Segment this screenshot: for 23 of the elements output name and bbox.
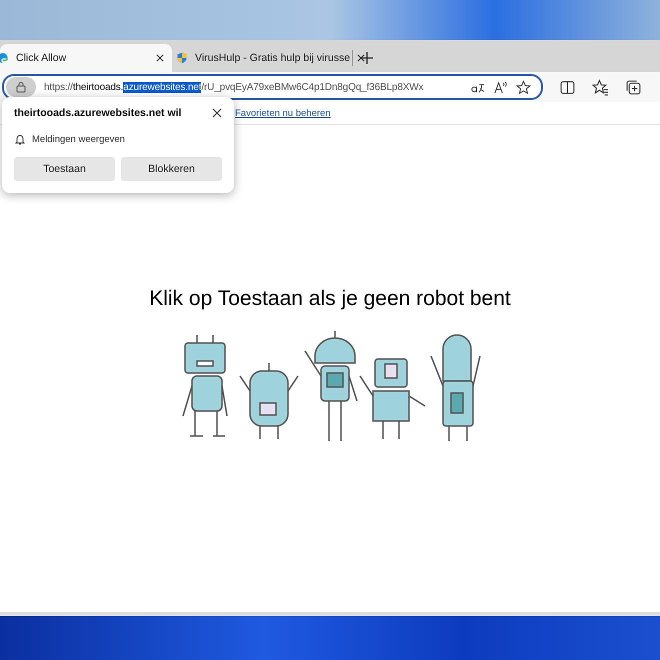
popup-title: theirtooads.azurewebsites.net wil [14,107,182,119]
browser-tab[interactable]: Click Allow [0,44,172,72]
new-tab-icon[interactable] [361,52,373,64]
manage-favorites-link[interactable]: Favorieten nu beheren [235,108,331,118]
bell-icon [14,133,26,145]
close-icon[interactable] [156,54,164,62]
url-text: https://theirtooads.azurewebsites.net/rU_pvqEyA79xeBMw6C4p1Dn8gQq_f36BLp8XWx [44,82,424,92]
permission-button[interactable]: Toestaan [14,157,115,181]
browser-tab[interactable]: VirusHulp - Gratis hulp bij virusse [172,44,352,72]
close-icon[interactable] [212,108,222,118]
shield-icon [176,52,188,64]
split-screen-icon[interactable] [559,78,576,96]
close-icon[interactable] [357,54,366,62]
collections-icon[interactable] [625,78,642,96]
star-icon[interactable] [516,80,531,94]
edge-logo-icon [0,52,9,64]
permission-button[interactable]: Blokkeren [121,157,222,181]
favorites-icon[interactable] [592,78,609,96]
lock-icon[interactable] [6,77,36,97]
address-bar[interactable]: https://theirtooads.azurewebsites.net/rU_pvqEyA79xeBMw6C4p1Dn8gQq_f36BLp8XWx [2,74,543,100]
read-aloud-icon[interactable] [493,80,508,94]
permission-text: Meldingen weergeven [32,134,125,144]
page-heading: Klik op Toestaan als je geen robot bent [149,287,511,311]
